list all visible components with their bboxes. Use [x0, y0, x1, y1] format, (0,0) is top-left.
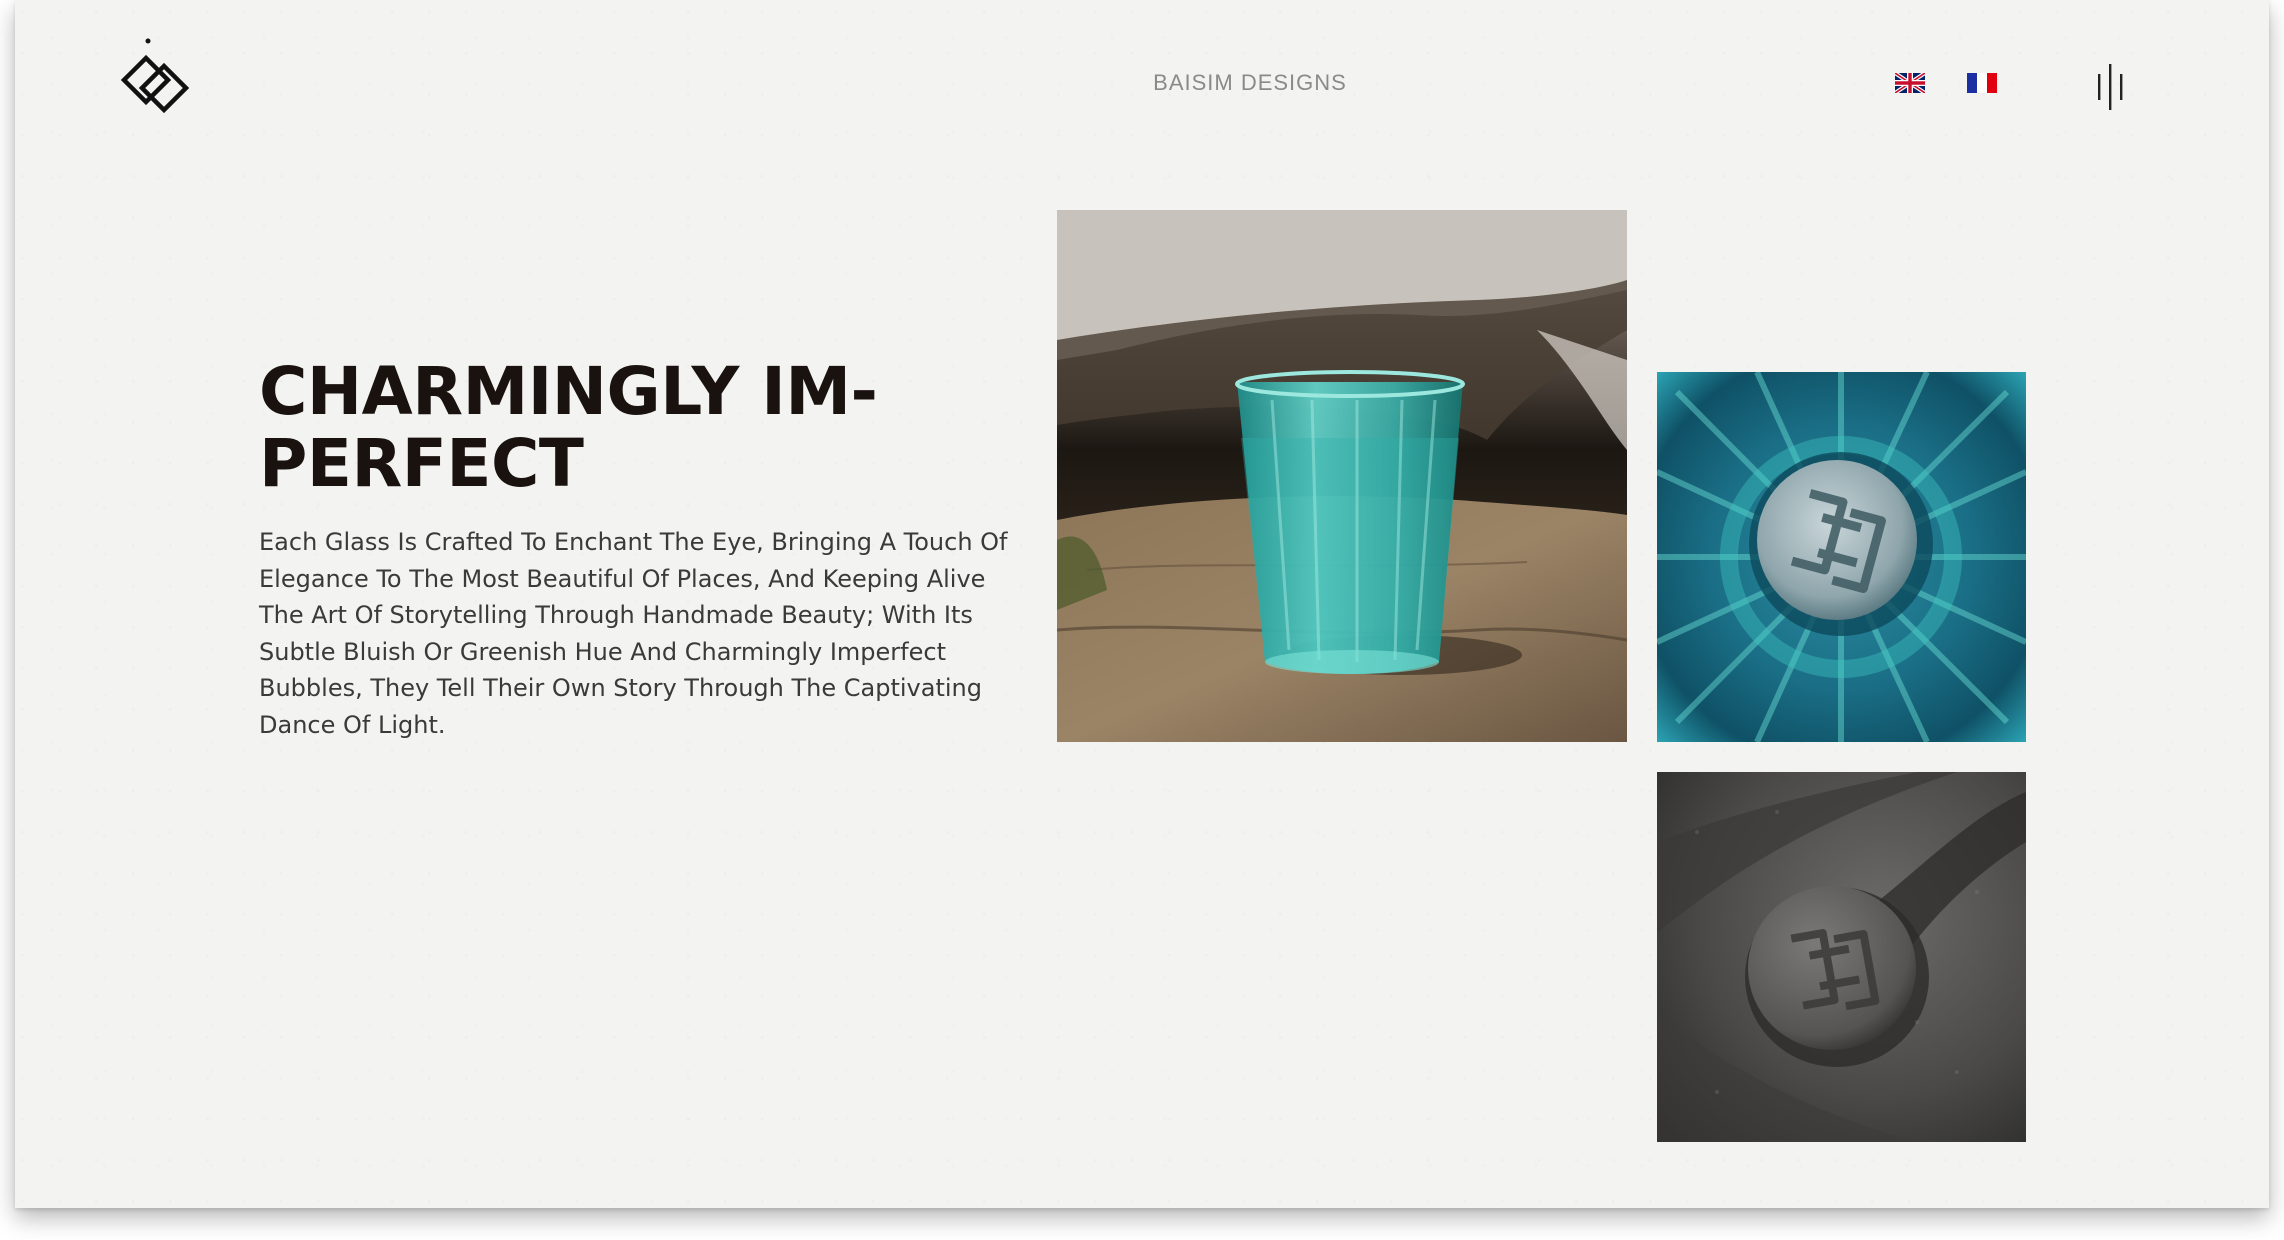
hero-title: CHARMINGLY IM- PERFECT [259, 356, 979, 500]
vertical-bars-menu-icon[interactable] [2093, 62, 2129, 112]
glass-on-rock-photo [1057, 210, 1627, 742]
glass-bottom-logo-photo [1657, 372, 2026, 742]
diamond-knot-logo-icon[interactable] [104, 36, 204, 124]
france-flag-icon[interactable] [1967, 73, 1997, 93]
page-canvas: BAISIM DESIGNS CHARMINGLY IM- PERFECT Ea… [15, 0, 2269, 1208]
uk-flag-icon[interactable] [1895, 73, 1925, 93]
hero-description: Each Glass Is Crafted To Enchant The Eye… [259, 528, 1008, 739]
hero-title-line-2: PERFECT [259, 425, 584, 502]
brand-name[interactable]: BAISIM DESIGNS [1105, 70, 1395, 96]
sand-stamp-photo [1657, 772, 2026, 1142]
hero-title-line-1: CHARMINGLY IM- [259, 353, 878, 430]
